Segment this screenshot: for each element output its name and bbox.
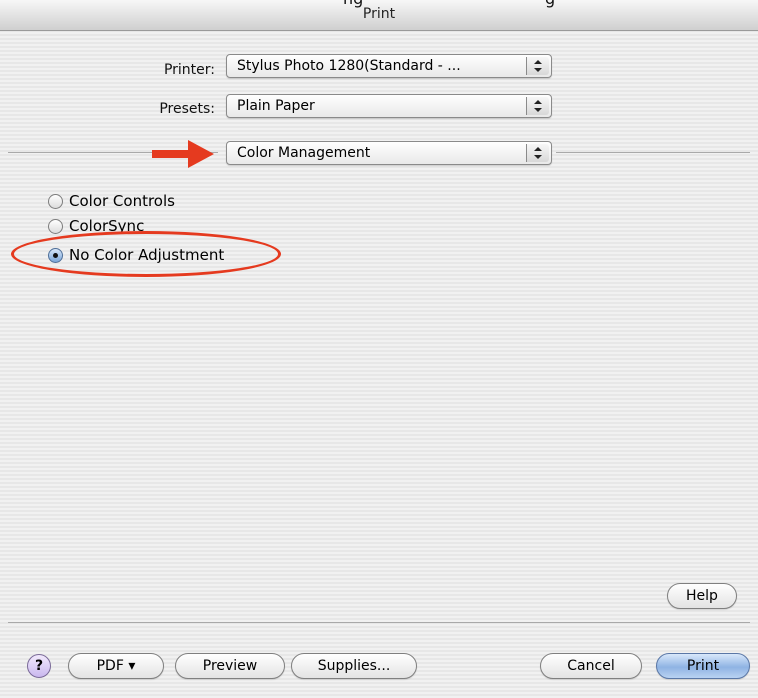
panel-selector-value: Color Management	[237, 145, 371, 161]
up-down-arrows-icon	[526, 57, 549, 75]
separator-bottom	[8, 622, 750, 623]
window-title: Print	[362, 6, 396, 22]
title-bar: ng g Print	[0, 0, 758, 31]
up-down-arrows-icon	[526, 144, 549, 162]
right-arrow-annotation-icon	[152, 140, 214, 168]
radio-button[interactable]	[48, 218, 63, 234]
presets-value: Plain Paper	[237, 98, 315, 114]
presets-label: Presets:	[159, 101, 215, 117]
printer-value: Stylus Photo 1280(Standard - ...	[237, 58, 461, 74]
up-down-arrows-icon	[526, 97, 549, 115]
radio-color-controls[interactable]: Color Controls	[48, 191, 175, 211]
annotation-oval	[11, 231, 281, 277]
radio-button[interactable]	[48, 193, 63, 209]
preview-button[interactable]: Preview	[175, 653, 285, 679]
radio-label: Color Controls	[69, 192, 175, 210]
pdf-button[interactable]: PDF ▾	[68, 653, 164, 679]
cancel-button[interactable]: Cancel	[540, 653, 642, 679]
presets-popup[interactable]: Plain Paper	[226, 94, 552, 118]
supplies-button[interactable]: Supplies...	[291, 653, 417, 679]
panel-selector-popup[interactable]: Color Management	[226, 141, 552, 165]
print-button[interactable]: Print	[656, 653, 750, 679]
help-round-button[interactable]: ?	[27, 654, 51, 678]
help-button[interactable]: Help	[667, 583, 737, 609]
printer-label: Printer:	[163, 62, 215, 78]
separator-right	[556, 152, 750, 153]
printer-popup[interactable]: Stylus Photo 1280(Standard - ...	[226, 54, 552, 78]
